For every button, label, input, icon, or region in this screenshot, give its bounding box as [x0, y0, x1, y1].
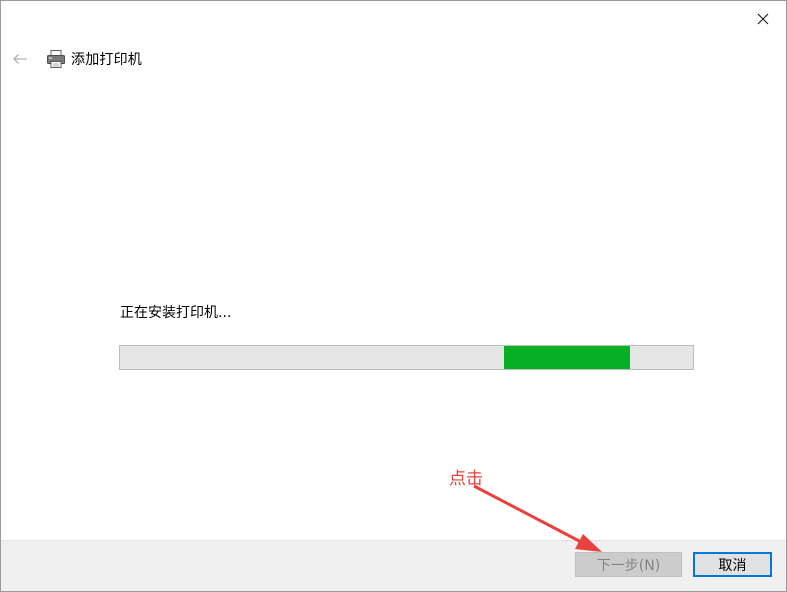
- cancel-button[interactable]: 取消: [693, 552, 772, 577]
- progress-bar-fill: [503, 346, 630, 369]
- back-arrow-icon: [13, 54, 27, 64]
- dialog-footer: 下一步(N) 取消: [1, 540, 786, 591]
- install-status-text: 正在安装打印机...: [120, 305, 232, 321]
- next-button[interactable]: 下一步(N): [575, 552, 682, 577]
- install-progress-bar: [119, 345, 694, 370]
- dialog-header: 添加打印机: [9, 45, 142, 73]
- click-annotation-label: 点击: [449, 469, 483, 489]
- close-icon: [757, 13, 769, 25]
- dialog-title: 添加打印机: [71, 52, 142, 68]
- close-button[interactable]: [740, 1, 786, 37]
- printer-icon: [45, 48, 67, 70]
- add-printer-dialog: 添加打印机 正在安装打印机... 下一步(N) 取消: [0, 0, 787, 592]
- back-button[interactable]: [9, 48, 31, 70]
